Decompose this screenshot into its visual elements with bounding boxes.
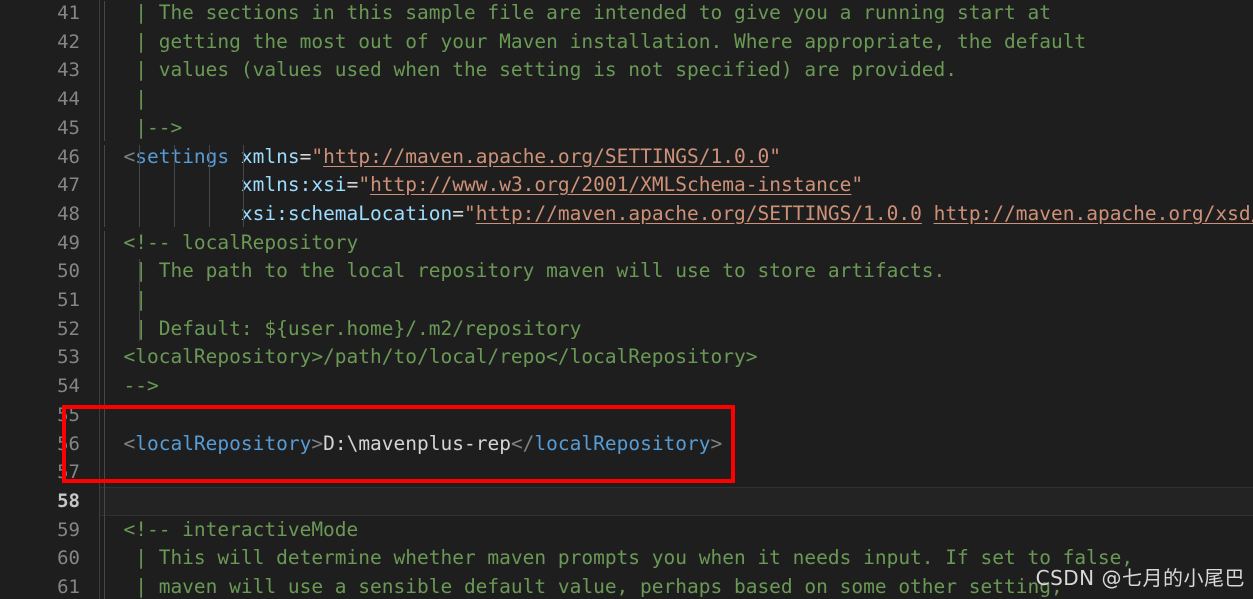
code-token-cmt: <!-- interactiveMode	[100, 517, 359, 541]
line-number: 57	[57, 461, 80, 484]
code-token-link[interactable]: http://maven.apache.org/SETTINGS/1.0.0	[476, 202, 922, 225]
line-number: 46	[57, 145, 80, 168]
code-token-tagb: </	[510, 431, 535, 455]
line-number: 44	[57, 88, 80, 111]
code-token-tagb: <	[100, 431, 136, 455]
code-token-eq: =	[452, 201, 464, 225]
line-number: 52	[57, 317, 80, 340]
code-token-cmt: | getting the most out of your Maven ins…	[100, 29, 1087, 53]
line-number: 61	[57, 576, 80, 598]
indent-guide	[138, 144, 140, 227]
code-token-cmt: | The path to the local repository maven…	[100, 259, 946, 283]
code-token-attr: xmlns	[240, 144, 300, 168]
indent-guide	[243, 144, 245, 227]
code-token-cmt: | Default: ${user.home}/.m2/repository	[100, 316, 582, 340]
line-number: 55	[57, 403, 80, 426]
code-token-cmt: | maven will use a sensible default valu…	[100, 575, 1063, 598]
code-token-tag: settings	[135, 144, 230, 168]
code-token-str: "	[851, 173, 864, 197]
code-token-tag: localRepository	[534, 431, 711, 455]
code-line[interactable]	[100, 458, 1253, 487]
gutter-separator	[99, 0, 100, 599]
code-line[interactable]: <!-- interactiveMode	[100, 516, 1253, 545]
code-token-cmt: | This will determine whether maven prom…	[100, 546, 1134, 570]
code-token-tagb: <	[100, 144, 136, 168]
line-number: 45	[57, 116, 80, 139]
code-line[interactable]: <localRepository>/path/to/local/repo</lo…	[100, 343, 1253, 372]
code-line[interactable]: xmlns:xsi="http://www.w3.org/2001/XMLSch…	[100, 171, 1253, 200]
indent-guide	[173, 144, 175, 227]
code-token-attr: xsi:schemaLocation	[240, 201, 453, 225]
indent-guide	[138, 259, 140, 342]
indent-guide	[104, 1, 105, 141]
code-token-cmt: | The sections in this sample file are i…	[100, 1, 1051, 24]
code-line[interactable]: <!-- localRepository	[100, 229, 1253, 258]
code-line[interactable]: -->	[100, 372, 1253, 401]
code-token-link[interactable]: http://www.w3.org/2001/XMLSchema-instanc…	[370, 173, 851, 196]
code-line[interactable]: | Default: ${user.home}/.m2/repository	[100, 315, 1253, 344]
code-token-link[interactable]: http://maven.apache.org/xsd/set	[934, 202, 1253, 225]
line-number: 41	[57, 2, 80, 24]
line-number: 59	[57, 518, 80, 541]
code-token-str: "	[463, 201, 476, 225]
code-token-tag: localRepository	[135, 431, 312, 455]
code-editor[interactable]: | The sections in this sample file are i…	[0, 0, 1253, 599]
code-line[interactable]: | The sections in this sample file are i…	[100, 0, 1253, 28]
code-token-cmt: |	[100, 87, 147, 111]
line-number-gutter: 41 42 43 44 45 46 47 48 49 50 51 52 53 54 55 56 57 58 59 60…	[0, 0, 100, 599]
indent-guide	[208, 144, 210, 227]
code-token-cmt: |	[100, 288, 147, 311]
code-line[interactable]: <settings xmlns="http://maven.apache.org…	[100, 143, 1253, 172]
code-token-tagb: >	[710, 431, 723, 455]
line-number: 51	[57, 289, 80, 311]
code-token-cmt: <!-- localRepository	[100, 230, 359, 254]
code-line[interactable]	[100, 401, 1253, 430]
code-line[interactable]: | values (values used when the setting i…	[100, 56, 1253, 85]
line-number: 53	[57, 346, 80, 369]
code-token-cmt: |-->	[100, 115, 183, 139]
code-line[interactable]: <localRepository>D:\mavenplus-rep</local…	[100, 430, 1253, 459]
csdn-watermark: CSDN @七月的小尾巴	[1035, 566, 1245, 590]
indent-guide	[104, 144, 105, 227]
code-line[interactable]: xsi:schemaLocation="http://maven.apache.…	[100, 200, 1253, 229]
code-line[interactable]	[100, 487, 1253, 516]
line-number: 43	[57, 59, 80, 82]
code-token-cmt: | values (values used when the setting i…	[100, 58, 958, 82]
line-number: 48	[57, 202, 80, 225]
line-number: 54	[57, 375, 80, 398]
code-line[interactable]: | getting the most out of your Maven ins…	[100, 28, 1253, 57]
code-token-str	[922, 202, 934, 225]
code-token-str: "	[358, 173, 371, 197]
code-line[interactable]: |-->	[100, 114, 1253, 143]
code-token-cmt: <localRepository>/path/to/local/repo</lo…	[100, 345, 758, 369]
indent-guide	[104, 230, 105, 599]
code-token-cmt: -->	[100, 374, 159, 398]
line-number: 56	[57, 432, 80, 455]
code-token-str: "	[311, 144, 324, 168]
line-number: 47	[57, 174, 80, 197]
code-line[interactable]: | The path to the local repository maven…	[100, 257, 1253, 286]
line-number: 50	[57, 260, 80, 283]
code-token-tagb: >	[311, 431, 324, 455]
code-token-str: "	[769, 144, 781, 168]
code-token-attr: xmlns:xsi	[240, 173, 347, 197]
code-token-eq: =	[299, 144, 312, 168]
line-number: 42	[57, 30, 80, 53]
line-number: 60	[57, 547, 80, 570]
code-content-area[interactable]: | The sections in this sample file are i…	[100, 0, 1253, 599]
code-token-link[interactable]: http://maven.apache.org/SETTINGS/1.0.0	[323, 145, 769, 168]
code-token-eq: =	[346, 173, 359, 197]
line-number: 49	[57, 231, 80, 254]
code-token-txt: D:\mavenplus-rep	[323, 431, 511, 455]
code-line[interactable]: |	[100, 286, 1253, 315]
line-number: 58	[57, 489, 80, 512]
code-line[interactable]: |	[100, 85, 1253, 114]
